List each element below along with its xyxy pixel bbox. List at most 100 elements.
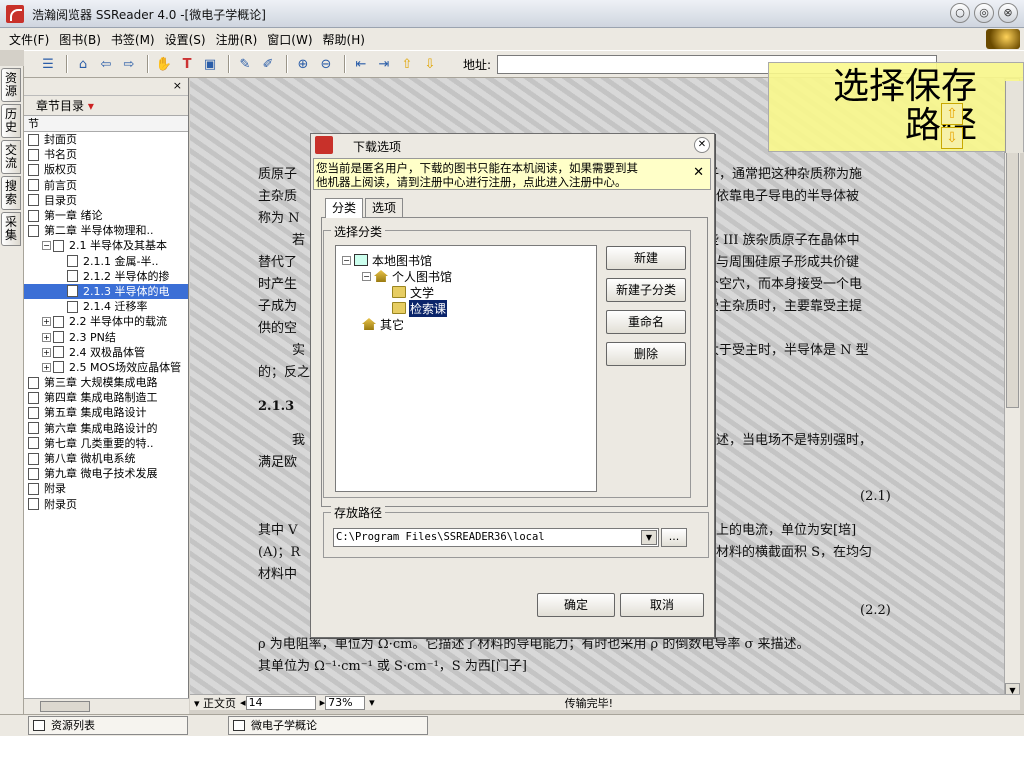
- registration-notice[interactable]: 您当前是匿名用户，下载的图书只能在本机阅读，如果需要到其 他机器上阅读，请到注册…: [313, 158, 711, 190]
- category-tree[interactable]: − 本地图书馆 − 个人图书馆 文学 检索课 其它: [335, 245, 597, 492]
- list-icon[interactable]: ☰: [38, 54, 58, 74]
- delete-button[interactable]: 删除: [606, 342, 686, 366]
- chapter-item[interactable]: 2.1.4 迁移率: [24, 299, 188, 314]
- chevron-down-icon[interactable]: ▼: [641, 530, 657, 545]
- chapter-item[interactable]: 2.1.1 金属-半..: [24, 254, 188, 269]
- document-tab[interactable]: 微电子学概论: [228, 716, 428, 735]
- tab-search[interactable]: 搜索: [1, 176, 21, 210]
- tab-category[interactable]: 分类: [325, 198, 364, 218]
- last-page-icon[interactable]: ⇥: [374, 54, 394, 74]
- page-icon: [28, 406, 39, 419]
- chapter-item[interactable]: 书名页: [24, 147, 188, 162]
- first-page-icon[interactable]: ⇤: [351, 54, 371, 74]
- chapter-item[interactable]: − 2.1 半导体及其基本: [24, 238, 188, 253]
- vertical-scrollbar[interactable]: ▲ ▼: [1004, 78, 1020, 698]
- category-node[interactable]: 其它: [362, 316, 405, 332]
- forward-icon[interactable]: ⇨: [119, 54, 139, 74]
- tab-resources[interactable]: 资源: [1, 68, 21, 102]
- menu-book[interactable]: 图书(B): [54, 31, 106, 48]
- chapter-item[interactable]: 附录: [24, 481, 188, 496]
- chapter-item[interactable]: 第八章 微机电系统: [24, 451, 188, 466]
- save-path-input[interactable]: C:\Program Files\SSREADER36\local: [333, 528, 659, 547]
- chapter-item[interactable]: 第六章 集成电路设计的: [24, 421, 188, 436]
- cancel-button[interactable]: 取消: [620, 593, 704, 617]
- zoom-dropdown-icon[interactable]: ▾: [369, 696, 375, 709]
- horizontal-scrollbar[interactable]: [24, 698, 189, 714]
- chapter-item[interactable]: 第五章 集成电路设计: [24, 405, 188, 420]
- select-icon[interactable]: ▣: [200, 54, 220, 74]
- chapter-item[interactable]: 封面页: [24, 132, 188, 147]
- maximize-button[interactable]: ◎: [974, 3, 994, 23]
- chapter-item[interactable]: 版权页: [24, 162, 188, 177]
- panel-close-button[interactable]: ×: [24, 78, 188, 96]
- menu-help[interactable]: 帮助(H): [318, 31, 370, 48]
- chapter-item[interactable]: +2.4 双极晶体管: [24, 345, 188, 360]
- page-mode-select[interactable]: ▾ 正文页: [194, 695, 236, 711]
- tab-history[interactable]: 历史: [1, 104, 21, 138]
- page-up-icon[interactable]: ⇧: [397, 54, 417, 74]
- new-subcategory-button[interactable]: 新建子分类: [606, 278, 686, 302]
- collapse-toggle-icon[interactable]: −: [342, 255, 351, 265]
- expand-toggle-icon[interactable]: +: [42, 317, 51, 327]
- home-icon[interactable]: ⌂: [73, 54, 93, 74]
- pen-icon[interactable]: ✐: [258, 54, 278, 74]
- menu-bookmark[interactable]: 书签(M): [106, 31, 160, 48]
- chapter-item[interactable]: 第七章 几类重要的特..: [24, 436, 188, 451]
- page-down-icon[interactable]: ⇩: [420, 54, 440, 74]
- ok-button[interactable]: 确定: [537, 593, 615, 617]
- browse-button[interactable]: ...: [661, 528, 687, 547]
- tab-collect[interactable]: 采集: [1, 212, 21, 246]
- expand-toggle-icon[interactable]: +: [42, 362, 51, 372]
- page-icon: [28, 376, 39, 389]
- dialog-close-button[interactable]: ✕: [694, 137, 710, 153]
- mini-scrollbar[interactable]: [1005, 81, 1023, 153]
- collapse-toggle-icon[interactable]: −: [362, 271, 371, 281]
- chapter-item[interactable]: 2.1.3 半导体的电: [24, 283, 188, 300]
- resource-list-tab[interactable]: 资源列表: [28, 716, 188, 735]
- chapter-item[interactable]: +2.2 半导体中的载流: [24, 314, 188, 329]
- scroll-thumb[interactable]: [40, 701, 90, 712]
- note-icon[interactable]: ✎: [235, 54, 255, 74]
- chapter-item[interactable]: 第一章 绪论: [24, 208, 188, 223]
- task-bar: 资源列表 微电子学概论: [0, 714, 1024, 736]
- chapter-item[interactable]: 2.1.2 半导体的掺: [24, 269, 188, 284]
- close-button[interactable]: ⊗: [998, 3, 1018, 23]
- rename-button[interactable]: 重命名: [606, 310, 686, 334]
- chapter-item[interactable]: 目录页: [24, 193, 188, 208]
- category-node[interactable]: 文学: [392, 284, 435, 300]
- hand-icon[interactable]: ✋: [154, 54, 174, 74]
- page-number-field[interactable]: 14: [245, 695, 316, 710]
- expand-toggle-icon[interactable]: +: [42, 347, 51, 357]
- chapter-item-label: 目录页: [44, 193, 77, 207]
- chapter-item[interactable]: 第二章 半导体物理和..: [24, 223, 188, 238]
- page-up-icon[interactable]: ⇧: [941, 103, 963, 125]
- new-button[interactable]: 新建: [606, 246, 686, 270]
- chapter-item[interactable]: 第四章 集成电路制造工: [24, 390, 188, 405]
- expand-toggle-icon[interactable]: −: [42, 241, 51, 251]
- minimize-button[interactable]: ○: [950, 3, 970, 23]
- chapter-item[interactable]: 附录页: [24, 497, 188, 512]
- category-node[interactable]: − 本地图书馆: [342, 252, 433, 268]
- chapter-dropdown[interactable]: 章节目录 ▾: [24, 96, 188, 116]
- zoom-out-icon[interactable]: ⊖: [316, 54, 336, 74]
- chapter-item[interactable]: +2.3 PN结: [24, 329, 188, 344]
- chapter-item[interactable]: 前言页: [24, 178, 188, 193]
- zoom-in-icon[interactable]: ⊕: [293, 54, 313, 74]
- menu-register[interactable]: 注册(R): [211, 31, 263, 48]
- notice-close-icon[interactable]: ✕: [693, 166, 704, 180]
- expand-toggle-icon[interactable]: +: [42, 332, 51, 342]
- menu-window[interactable]: 窗口(W): [262, 31, 317, 48]
- tab-options[interactable]: 选项: [365, 198, 404, 217]
- tab-communication[interactable]: 交流: [1, 140, 21, 174]
- menu-settings[interactable]: 设置(S): [160, 31, 211, 48]
- text-icon[interactable]: T: [177, 54, 197, 74]
- category-node[interactable]: 检索课: [392, 299, 448, 317]
- chapter-item[interactable]: 第九章 微电子技术发展: [24, 466, 188, 481]
- zoom-field[interactable]: 73%: [325, 695, 366, 710]
- category-node[interactable]: − 个人图书馆: [362, 268, 453, 284]
- chapter-item[interactable]: 第三章 大规模集成电路: [24, 375, 188, 390]
- chapter-item[interactable]: +2.5 MOS场效应晶体管: [24, 360, 188, 375]
- page-down-icon[interactable]: ⇩: [941, 127, 963, 149]
- menu-file[interactable]: 文件(F): [4, 31, 54, 48]
- back-icon[interactable]: ⇦: [96, 54, 116, 74]
